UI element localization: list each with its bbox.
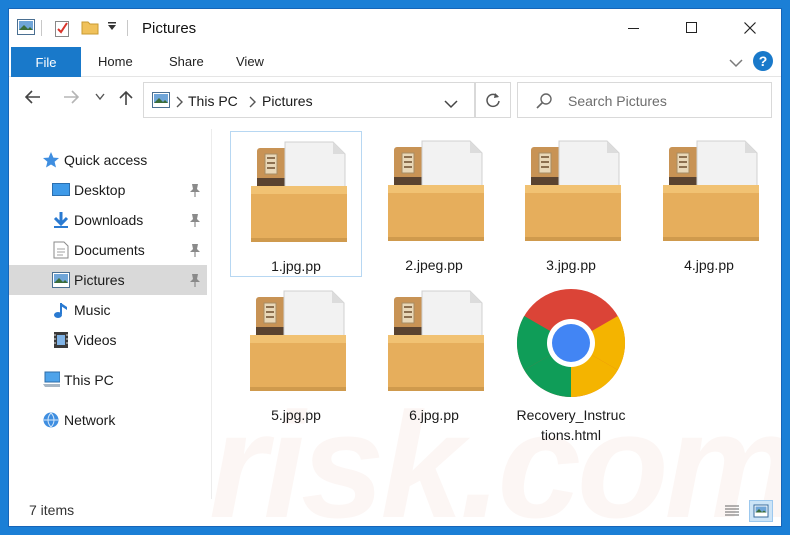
nav-label: Quick access [64, 152, 148, 168]
back-arrow-icon[interactable] [25, 90, 41, 104]
nav-label: Downloads [74, 212, 144, 228]
minimize-button[interactable] [611, 9, 657, 47]
pin-icon[interactable] [189, 183, 201, 200]
help-button[interactable]: ? [753, 51, 773, 71]
refresh-button[interactable] [475, 82, 511, 118]
details-view-button[interactable] [720, 500, 744, 522]
chrome-icon [516, 289, 626, 397]
search-input[interactable]: Search Pictures [568, 93, 667, 109]
breadcrumb-this-pc[interactable]: This PC [188, 93, 238, 109]
archive-file-icon [249, 290, 347, 392]
nav-item-videos[interactable]: Videos [9, 325, 207, 355]
archive-file-icon [662, 140, 760, 242]
tab-view[interactable]: View [236, 54, 264, 69]
nav-label: Documents [74, 242, 145, 258]
close-button[interactable] [727, 9, 773, 47]
maximize-button[interactable] [669, 9, 715, 47]
file-item[interactable]: 2.jpeg.pp [368, 131, 500, 277]
item-count: 7 items [29, 502, 75, 518]
star-icon [42, 151, 60, 169]
nav-label: Desktop [74, 182, 126, 198]
file-name: 4.jpg.pp [684, 257, 734, 273]
explorer-window: Pictures File Home Share View ? This PC … [8, 8, 782, 527]
nav-item-downloads[interactable]: Downloads [9, 205, 207, 235]
pin-icon[interactable] [189, 243, 201, 260]
large-icons-view-button[interactable] [749, 500, 773, 522]
nav-item-network[interactable]: Network [9, 405, 207, 435]
recent-locations-chevron-icon[interactable] [95, 93, 105, 101]
customize-toolbar-dropdown-icon[interactable] [107, 21, 117, 31]
file-name: 5.jpg.pp [271, 407, 321, 423]
file-list: 1.jpg.pp 2.jpeg.pp 3.jpg.pp 4.jpg.pp 5.j… [212, 121, 781, 499]
address-history-chevron-icon[interactable] [444, 96, 458, 114]
file-item[interactable]: 6.jpg.pp [368, 281, 500, 427]
file-name: 1.jpg.pp [271, 258, 321, 274]
details-view-icon [725, 505, 739, 516]
status-bar: 7 items [9, 499, 781, 526]
archive-file-icon [387, 290, 485, 392]
network-icon [42, 411, 60, 429]
file-item[interactable]: 1.jpg.pp [230, 131, 362, 277]
documents-icon [52, 241, 70, 259]
address-pictures-icon [152, 92, 170, 113]
file-name: Recovery_Instruc tions.html [505, 405, 637, 445]
address-bar[interactable]: This PC Pictures [143, 82, 475, 118]
file-name: 6.jpg.pp [409, 407, 459, 423]
expand-ribbon-chevron-icon[interactable] [729, 55, 743, 73]
file-item[interactable]: 3.jpg.pp [505, 131, 637, 277]
pin-icon[interactable] [189, 213, 201, 230]
large-icons-view-icon [753, 504, 769, 518]
up-arrow-icon[interactable] [119, 90, 133, 106]
nav-item-music[interactable]: Music [9, 295, 207, 325]
nav-label: Videos [74, 332, 117, 348]
ribbon-tabs: File Home Share View ? [9, 47, 781, 77]
breadcrumb-pictures[interactable]: Pictures [262, 93, 313, 109]
desktop-icon [52, 181, 70, 199]
nav-item-desktop[interactable]: Desktop [9, 175, 207, 205]
file-name-line2: tions.html [541, 427, 601, 443]
file-name: 2.jpeg.pp [405, 257, 463, 273]
file-name: 3.jpg.pp [546, 257, 596, 273]
search-box[interactable]: Search Pictures [517, 82, 772, 118]
forward-arrow-icon[interactable] [63, 90, 79, 104]
nav-label: This PC [64, 372, 114, 388]
tab-file[interactable]: File [11, 47, 81, 77]
nav-label: Pictures [74, 272, 125, 288]
nav-item-pictures[interactable]: Pictures [9, 265, 207, 295]
archive-file-icon [524, 140, 622, 242]
music-icon [52, 301, 70, 319]
new-folder-icon[interactable] [81, 19, 99, 35]
title-separator [41, 20, 42, 36]
search-icon [536, 93, 552, 114]
properties-icon[interactable] [55, 19, 71, 37]
videos-icon [52, 331, 70, 349]
window-pictures-icon [17, 19, 35, 35]
file-item[interactable]: 5.jpg.pp [230, 281, 362, 427]
navigation-bar: This PC Pictures Search Pictures [9, 79, 781, 121]
navigation-pane: Quick access Desktop Downloads Documents [9, 135, 209, 500]
archive-file-icon [387, 140, 485, 242]
nav-label: Network [64, 412, 116, 428]
tab-share[interactable]: Share [169, 54, 204, 69]
breadcrumb-separator-icon-2[interactable] [249, 95, 257, 113]
file-name-line1: Recovery_Instruc [516, 407, 626, 423]
nav-item-this-pc[interactable]: This PC [9, 365, 207, 395]
breadcrumb-separator-icon[interactable] [176, 95, 184, 113]
archive-file-icon [250, 141, 348, 243]
tab-home[interactable]: Home [98, 54, 133, 69]
computer-icon [42, 371, 60, 389]
nav-item-documents[interactable]: Documents [9, 235, 207, 265]
title-separator-2 [127, 20, 128, 36]
file-item[interactable]: Recovery_Instruc tions.html [505, 281, 637, 451]
refresh-icon [486, 93, 500, 108]
pin-icon[interactable] [189, 273, 201, 290]
window-title: Pictures [142, 20, 197, 37]
nav-item-quick-access[interactable]: Quick access [9, 145, 207, 175]
nav-label: Music [74, 302, 111, 318]
pictures-icon [52, 271, 70, 289]
file-item[interactable]: 4.jpg.pp [643, 131, 775, 277]
download-icon [52, 211, 70, 229]
title-bar: Pictures [9, 9, 781, 47]
